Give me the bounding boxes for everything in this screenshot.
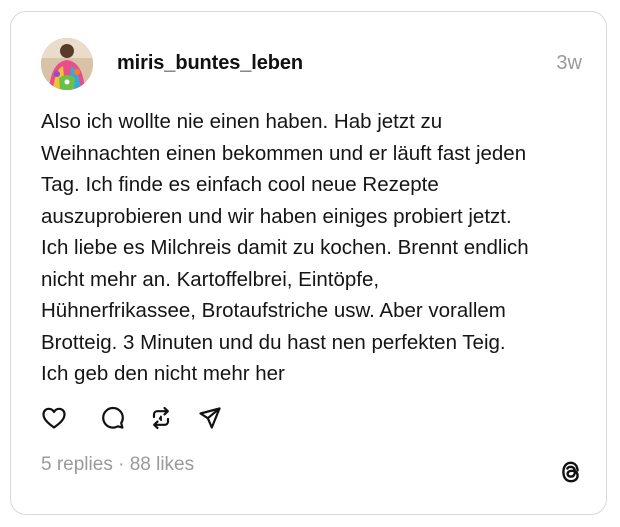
repost-icon[interactable] [148,405,174,431]
comment-icon[interactable] [100,405,126,431]
heart-icon[interactable] [41,405,67,431]
post-stats[interactable]: 5 replies · 88 likes [41,454,194,476]
avatar[interactable] [41,38,93,90]
post-card: miris_buntes_leben 3w Also ich wollte ni… [10,11,607,515]
timestamp: 3w [556,52,582,74]
avatar-image [41,38,93,90]
threads-logo-icon[interactable] [558,458,584,486]
post-text: Also ich wollte nie einen haben. Hab jet… [41,110,529,385]
username[interactable]: miris_buntes_leben [117,52,303,75]
share-icon[interactable] [197,405,223,431]
